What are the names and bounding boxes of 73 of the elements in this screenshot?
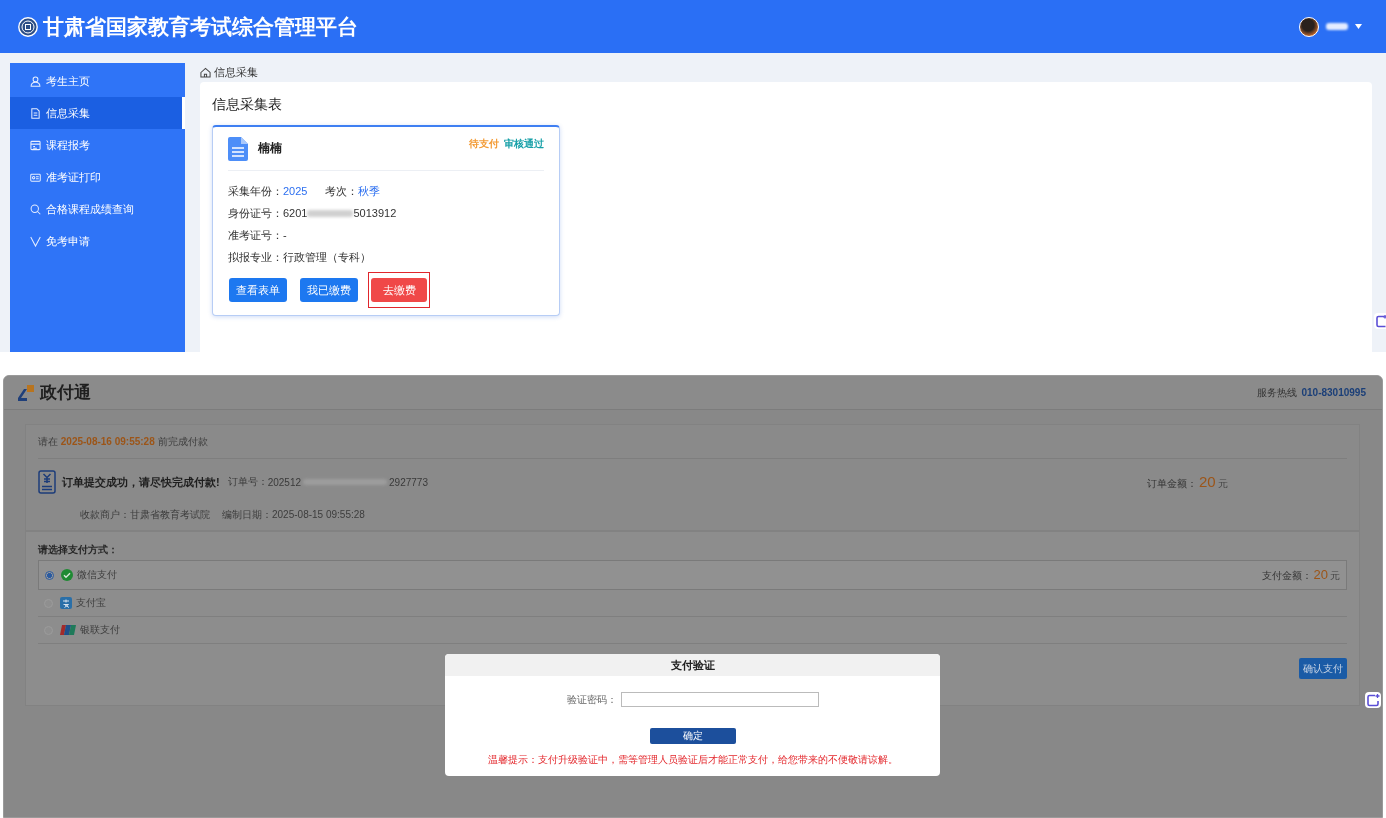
- document-icon: [228, 136, 248, 161]
- radio-button[interactable]: [45, 570, 54, 580]
- order-number: 2927773: [389, 476, 428, 488]
- dialog-title: 支付验证: [670, 657, 715, 673]
- form-icon: [30, 139, 41, 151]
- section-title: 请选择支付方式：: [38, 543, 119, 557]
- striped-card-icon: [60, 625, 76, 635]
- date-text: 编制日期：2025-08-15 09:55:28: [222, 508, 365, 522]
- amount-value: 20: [1313, 567, 1328, 582]
- field-label: 身份证号：: [228, 205, 283, 221]
- hotline-number: 010-83010995: [1301, 387, 1366, 398]
- sidebar-item[interactable]: 免考申请: [10, 225, 185, 257]
- field-value: -: [283, 229, 287, 241]
- field-label: 验证密码：: [566, 692, 617, 707]
- redaction-blur: [1326, 23, 1348, 30]
- order-number-label: 订单号：: [227, 475, 268, 489]
- payment-option[interactable]: 微信支付: [77, 568, 117, 582]
- square-plus-icon[interactable]: [1365, 692, 1381, 708]
- breadcrumb-link[interactable]: 信息采集: [214, 65, 258, 80]
- payment-option[interactable]: 支付宝: [76, 596, 106, 610]
- confirm-pay-button[interactable]: 确认支付: [1299, 658, 1347, 679]
- field-label: 拟报专业：: [228, 249, 283, 265]
- field-label: 准考证号：: [228, 227, 283, 243]
- deadline-text: 请在 2025-08-16 09:55:28 前完成付款: [38, 434, 208, 449]
- hotline-label: 服务热线: [1257, 385, 1298, 400]
- field-value: 2025: [283, 185, 308, 197]
- password-field[interactable]: [620, 692, 819, 707]
- sidebar-item[interactable]: 合格课程成绩查询: [10, 193, 185, 225]
- home-icon[interactable]: [200, 67, 211, 78]
- emblem-icon: [18, 16, 38, 37]
- caret-icon[interactable]: [1355, 24, 1362, 29]
- square-plus-icon[interactable]: [1374, 313, 1386, 329]
- receipt-icon: [38, 470, 56, 494]
- avatar[interactable]: [1299, 16, 1319, 37]
- document-icon: [30, 107, 41, 119]
- search-icon: [30, 203, 41, 215]
- sidebar-item[interactable]: 准考证打印: [10, 161, 185, 193]
- notice-text: 温馨提示：支付升级验证中，需等管理人员验证后才能正常支付，给您带来的不便敬请谅解。: [486, 753, 899, 767]
- logo-icon: [18, 384, 34, 401]
- logo-text: 政付通: [40, 382, 91, 404]
- v-shape-icon: [30, 235, 41, 247]
- redaction-blur: [307, 209, 354, 217]
- field-label: 考次：: [325, 183, 359, 199]
- field-value: 秋季: [358, 183, 381, 199]
- payment-tile-icon: [60, 597, 72, 609]
- site-title: 甘肃省国家教育考试综合管理平台: [43, 13, 358, 40]
- field-label: 采集年份：: [228, 183, 283, 199]
- amount-value: 20: [1199, 473, 1216, 490]
- status-label: 审核通过: [504, 137, 544, 151]
- id-card-icon: [30, 171, 41, 183]
- amount-label: 支付金额：: [1261, 569, 1312, 583]
- amount-label: 订单金额：: [1147, 477, 1197, 491]
- field-value: 5013912: [353, 207, 397, 219]
- confirm-button[interactable]: 确定: [649, 728, 736, 744]
- form-button[interactable]: 我已缴费: [300, 278, 358, 302]
- candidate-name: 楠楠: [258, 140, 282, 157]
- order-number: 202512: [267, 476, 302, 488]
- currency-unit: 元: [1217, 477, 1228, 491]
- currency-unit: 元: [1330, 569, 1340, 583]
- check-circle-icon: [61, 569, 73, 581]
- form-button[interactable]: 去缴费: [371, 278, 427, 302]
- sidebar-item[interactable]: 考生主页: [10, 65, 185, 97]
- order-message: 订单提交成功，请尽快完成付款!: [62, 474, 220, 490]
- sidebar-item[interactable]: 信息采集: [10, 97, 185, 129]
- status-label: 待支付: [469, 137, 499, 151]
- panel-title: 信息采集表: [212, 96, 283, 112]
- payment-option[interactable]: 银联支付: [80, 623, 120, 637]
- person-icon: [30, 75, 41, 87]
- merchant-text: 收款商户：甘肃省教育考试院: [80, 508, 210, 522]
- field-value: 6201: [283, 207, 308, 219]
- field-value: 行政管理（专科）: [283, 249, 371, 265]
- sidebar-item[interactable]: 课程报考: [10, 129, 185, 161]
- form-button[interactable]: 查看表单: [229, 278, 287, 302]
